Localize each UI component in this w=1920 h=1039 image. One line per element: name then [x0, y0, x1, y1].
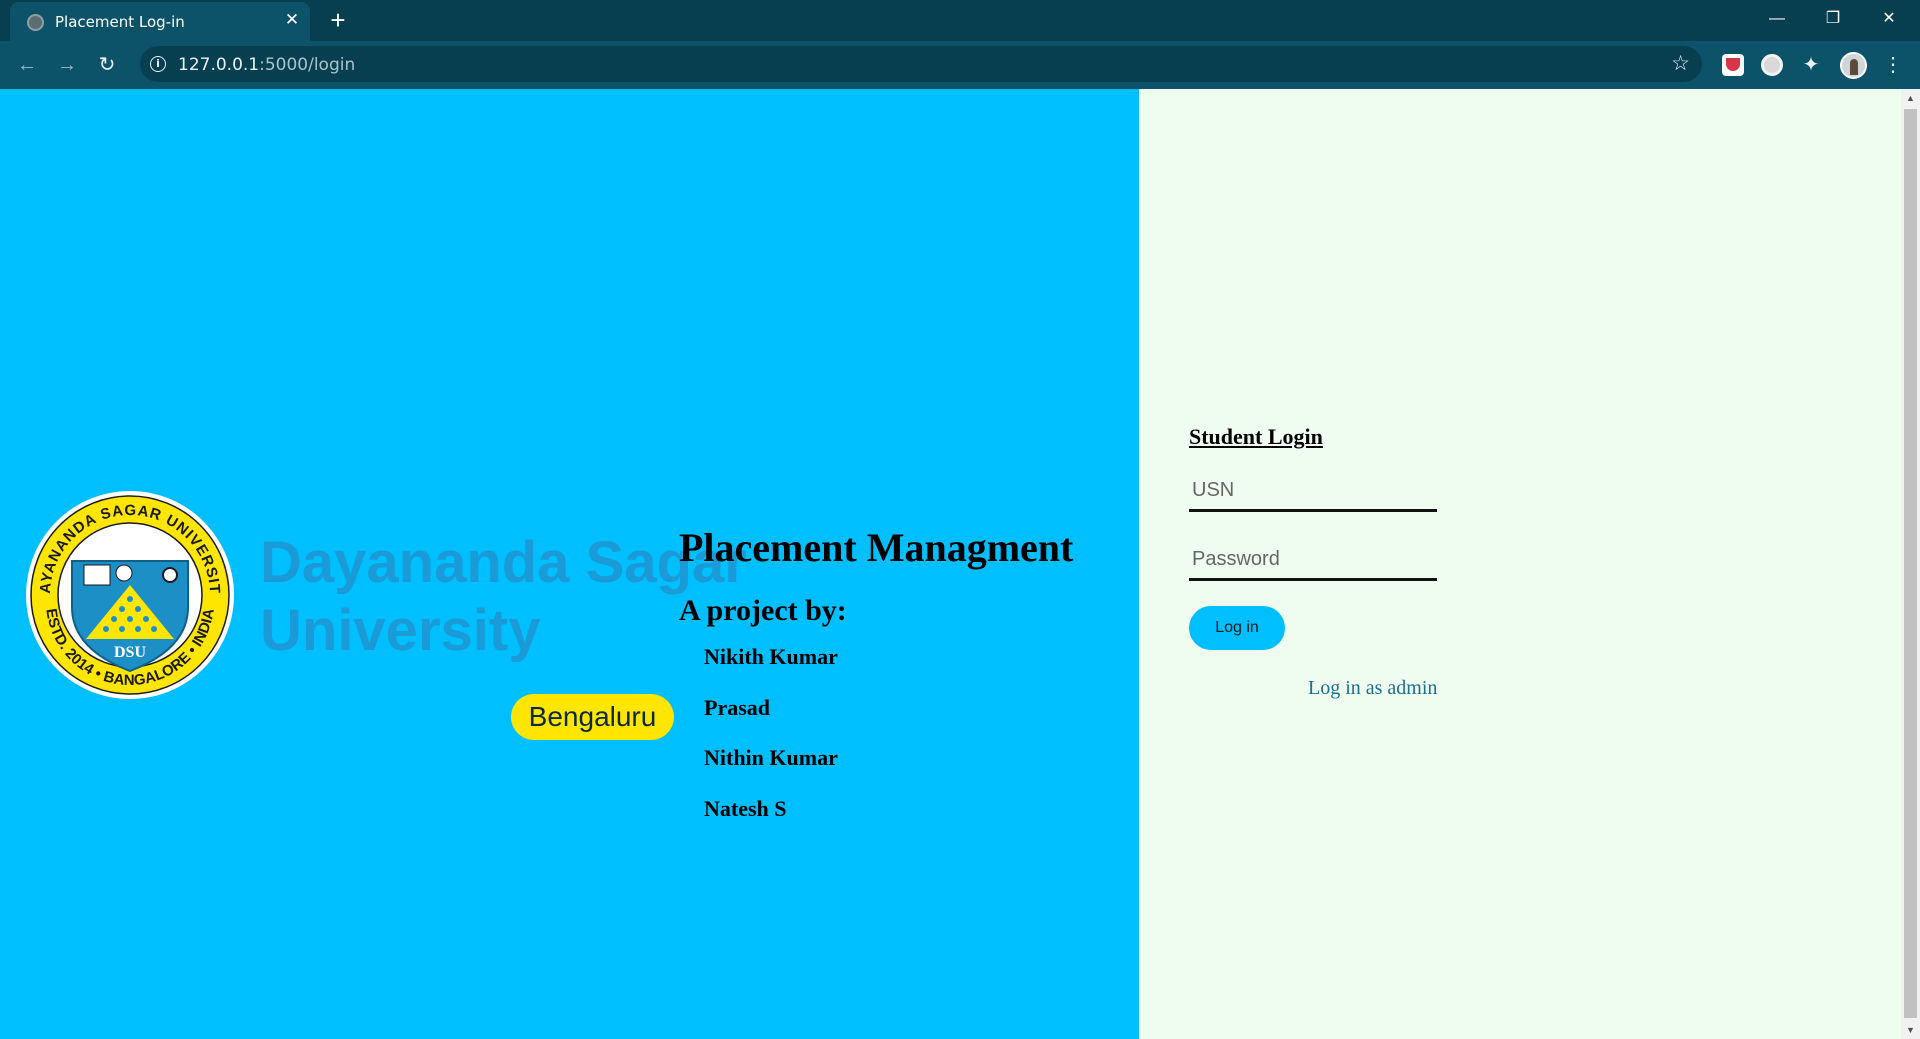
browser-chrome: Placement Log-in ✕ + — ❐ ✕ ← → ↻ i 127.0…: [0, 0, 1920, 89]
back-button[interactable]: ←: [13, 51, 41, 79]
svg-text:DSU: DSU: [114, 644, 146, 661]
tab-title: Placement Log-in: [55, 13, 185, 31]
list-item: Natesh S: [704, 795, 787, 821]
university-name-line1: Dayananda Sagar: [260, 530, 747, 595]
list-item: Nithin Kumar: [704, 745, 838, 770]
globe-icon: [27, 14, 44, 31]
window-close-button[interactable]: ✕: [1866, 4, 1912, 34]
restore-button[interactable]: ❐: [1810, 4, 1856, 34]
new-tab-button[interactable]: +: [325, 7, 351, 33]
scrollbar-thumb[interactable]: [1904, 109, 1917, 1018]
page-title: Placement Managment: [679, 525, 1074, 570]
city-badge: Bengaluru: [511, 694, 674, 740]
url-text[interactable]: 127.0.0.1:5000/login: [178, 55, 355, 75]
minimize-button[interactable]: —: [1754, 4, 1800, 34]
right-panel: Student Login Log in Log in as admin: [1139, 89, 1901, 1039]
password-input[interactable]: [1189, 541, 1437, 581]
member-list: Nikith Kumar Prasad Nithin Kumar Natesh …: [679, 642, 1073, 844]
bookmark-star-icon[interactable]: ☆: [1671, 51, 1690, 76]
address-bar[interactable]: i 127.0.0.1:5000/login ☆: [140, 46, 1702, 82]
project-by-label: A project by:: [679, 594, 847, 627]
url-host: 127.0.0.1: [178, 55, 260, 75]
extensions-puzzle-icon[interactable]: ✦: [1800, 54, 1822, 76]
pocket-extension-icon[interactable]: [1722, 54, 1744, 76]
close-tab-icon[interactable]: ✕: [282, 10, 302, 30]
site-info-icon[interactable]: i: [150, 56, 166, 72]
page: DAYANANDA SAGAR UNIVERSITY ESTD. 2014 • …: [0, 89, 1920, 1039]
project-info: Placement Managment A project by: Nikith…: [679, 524, 1073, 844]
scrollbar[interactable]: ▲ ▼: [1901, 89, 1920, 1039]
university-seal-logo: DAYANANDA SAGAR UNIVERSITY ESTD. 2014 • …: [24, 489, 234, 699]
tab-strip: Placement Log-in ✕ + — ❐ ✕: [0, 0, 1920, 41]
url-path: :5000/login: [259, 55, 356, 75]
browser-toolbar: ← → ↻ i 127.0.0.1:5000/login ☆ ✦ ⋮: [0, 41, 1920, 89]
university-name-line2: University: [260, 598, 541, 663]
extension-icon[interactable]: [1761, 54, 1783, 76]
admin-login-link[interactable]: Log in as admin: [1308, 677, 1449, 700]
login-title: Student Login: [1189, 424, 1323, 449]
student-login-form: Student Login Log in Log in as admin: [1189, 424, 1449, 700]
forward-button[interactable]: →: [53, 51, 81, 79]
profile-avatar[interactable]: [1840, 52, 1867, 79]
reload-button[interactable]: ↻: [93, 51, 121, 79]
scroll-up-arrow-icon[interactable]: ▲: [1901, 91, 1920, 105]
left-panel: DAYANANDA SAGAR UNIVERSITY ESTD. 2014 • …: [0, 89, 1139, 1039]
tab-placement-login[interactable]: Placement Log-in ✕: [10, 2, 310, 41]
university-name: Dayananda Sagar University: [260, 529, 747, 665]
list-item: Nikith Kumar: [704, 644, 838, 669]
usn-input[interactable]: [1189, 472, 1437, 512]
login-button[interactable]: Log in: [1189, 606, 1285, 650]
scroll-down-arrow-icon[interactable]: ▼: [1901, 1023, 1920, 1037]
browser-menu-icon[interactable]: ⋮: [1883, 51, 1903, 79]
list-item: Prasad: [704, 694, 770, 720]
